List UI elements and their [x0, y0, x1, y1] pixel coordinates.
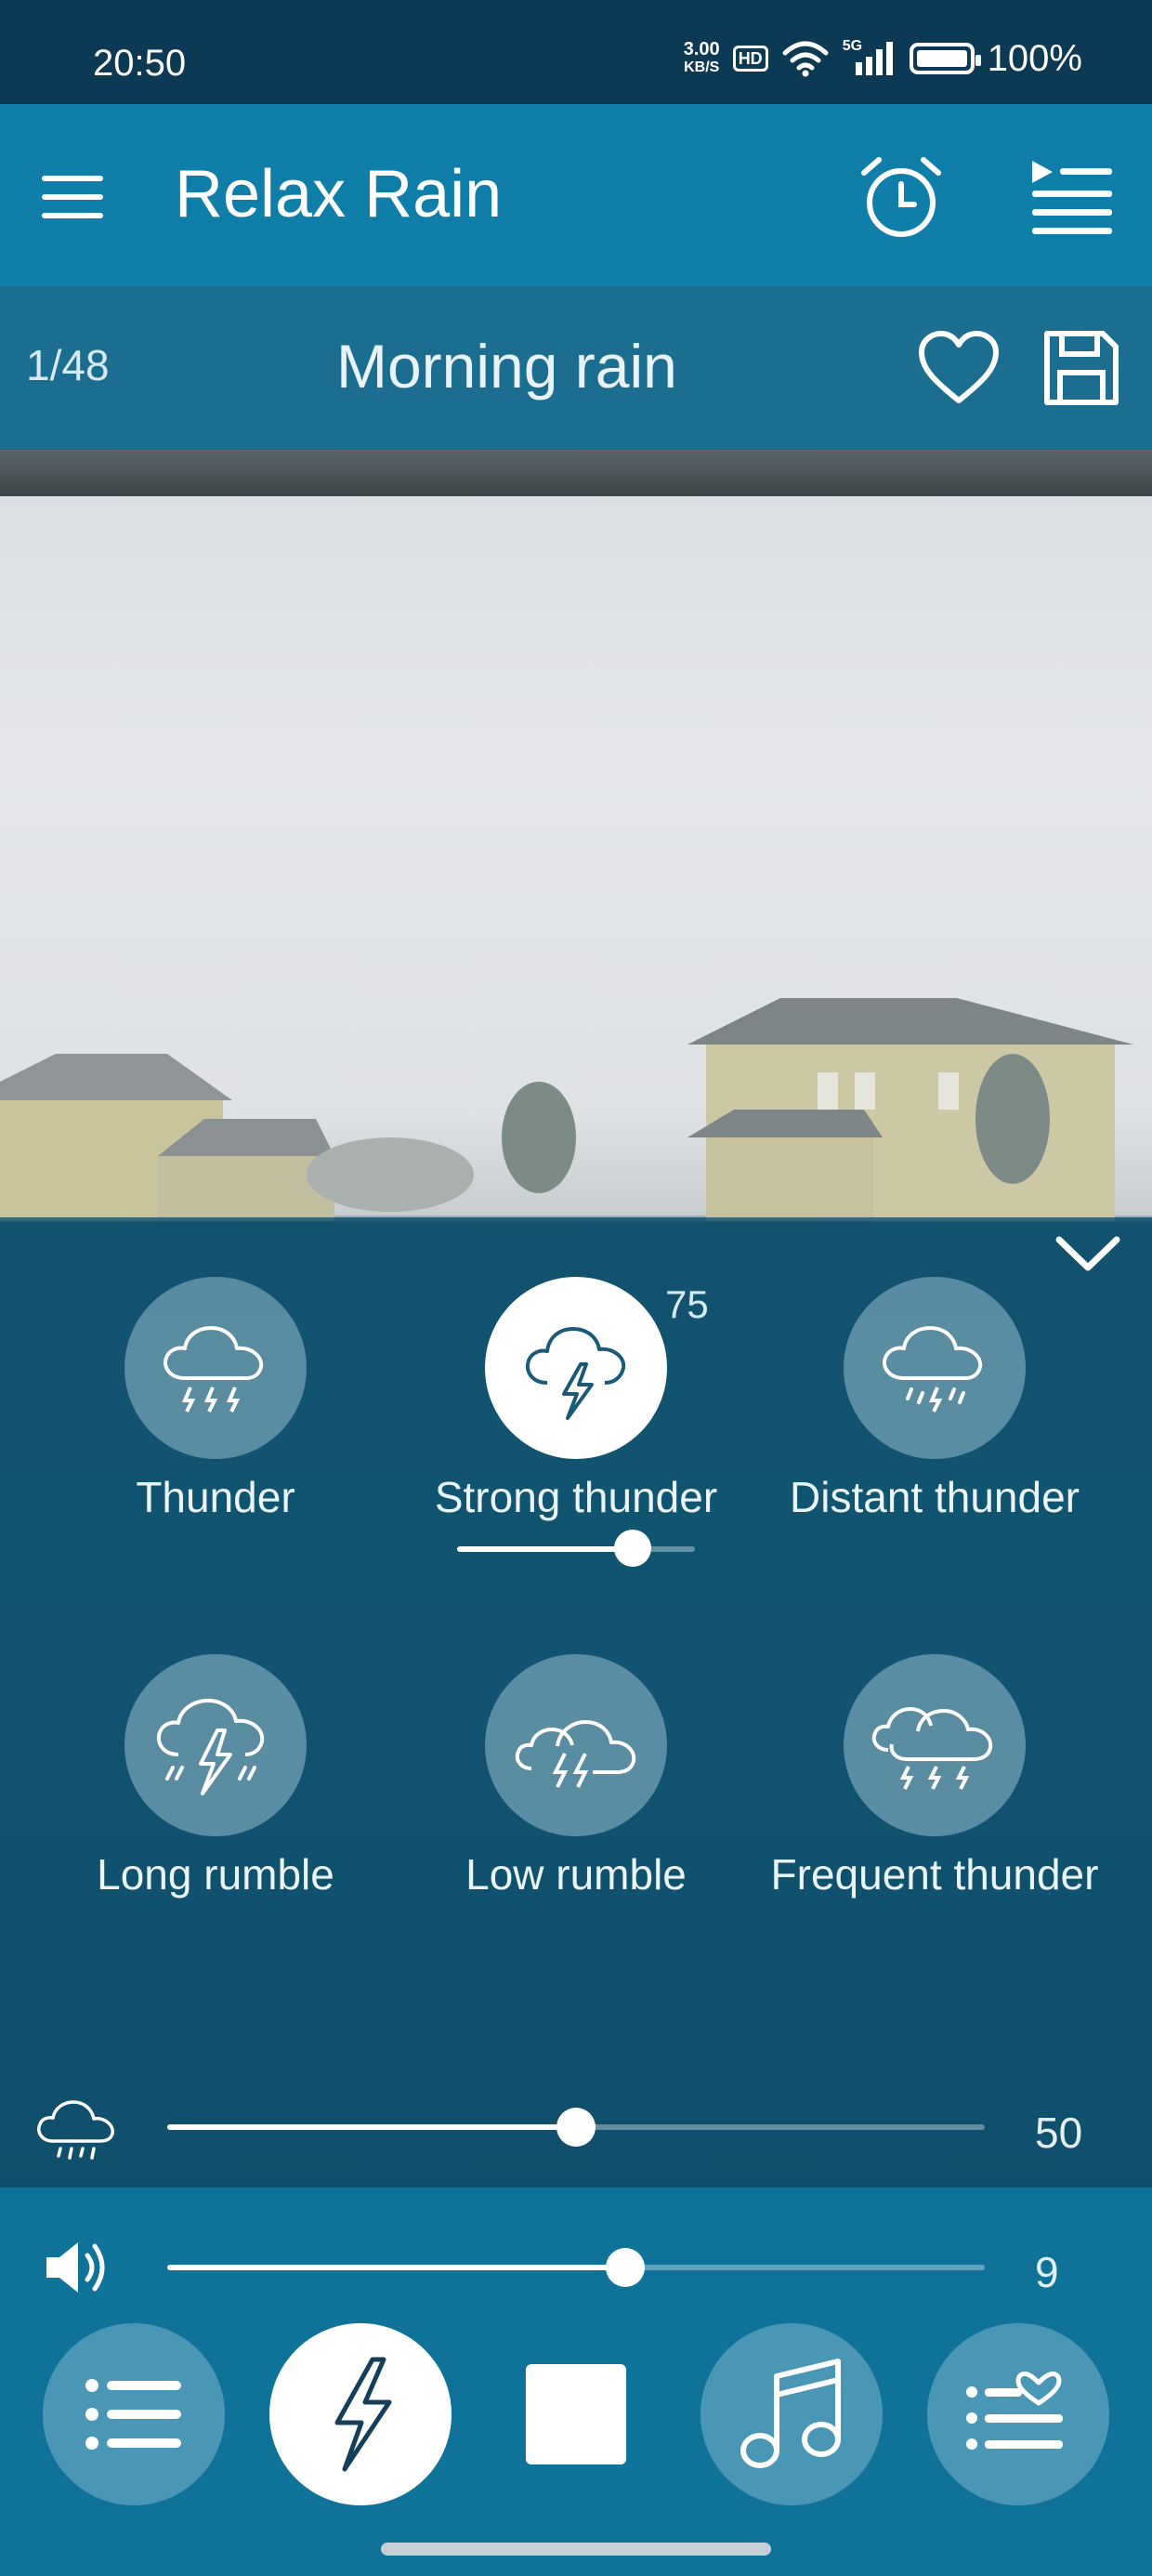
volume-value: 9 [1035, 2248, 1059, 2296]
stop-icon [526, 2364, 626, 2464]
music-note-icon [740, 2359, 841, 2468]
sound-tile-label: Low rumble [465, 1850, 687, 1899]
clouds-thunder-icon[interactable] [844, 1654, 1026, 1836]
menu-icon[interactable] [26, 162, 119, 232]
sound-tile-volume-value: 75 [665, 1282, 709, 1326]
strong-thunder-volume-thumb[interactable] [614, 1530, 651, 1567]
app-bar: Relax Rain [0, 104, 1152, 286]
cloud-rain-lightning-icon[interactable] [844, 1277, 1026, 1459]
status-time: 20:50 [93, 43, 187, 84]
heart-icon[interactable] [912, 322, 1005, 414]
sound-tile-label: Long rumble [97, 1850, 334, 1899]
cell-signal-icon: 5G [843, 38, 897, 77]
sound-tile-frequent-thunder[interactable]: Frequent thunder [754, 1654, 1115, 1899]
rain-cloud-icon [33, 2093, 119, 2167]
double-cloud-lightning-icon[interactable] [485, 1654, 667, 1836]
save-icon[interactable] [1035, 322, 1128, 414]
track-title: Morning rain [336, 332, 677, 401]
app-title: Relax Rain [175, 157, 503, 231]
favorites-list-icon [966, 2371, 1063, 2450]
track-header: 1/48 Morning rain [0, 286, 1152, 450]
cloud-thunder-icon[interactable] [124, 1277, 307, 1459]
hd-badge: HD [732, 46, 768, 72]
houses-silhouette [0, 998, 1133, 1221]
sound-tile-label: Distant thunder [790, 1473, 1080, 1521]
sound-tile-label: Strong thunder [434, 1473, 718, 1521]
status-icons: 3.00 KB/S HD 5G 100% [684, 35, 1082, 82]
rain-slider-value: 50 [1035, 2109, 1083, 2157]
bottom-nav [0, 2323, 1152, 2509]
rain-slider-thumb[interactable] [556, 2108, 596, 2147]
playlist-icon[interactable] [1020, 149, 1122, 245]
sound-tile-label: Frequent thunder [770, 1850, 1099, 1899]
list-icon [85, 2379, 181, 2450]
chevron-down-icon[interactable] [1048, 1225, 1128, 1281]
master-volume-row: 9 [0, 2221, 1152, 2314]
storm-cloud-icon[interactable] [124, 1654, 307, 1836]
nav-music-button[interactable] [700, 2323, 883, 2505]
sound-tile-low-rumble[interactable]: Low rumble [396, 1654, 756, 1899]
nav-favorites-button[interactable] [927, 2323, 1109, 2505]
speaker-icon[interactable] [33, 2234, 119, 2301]
volume-slider-fill [167, 2265, 625, 2270]
home-indicator[interactable] [381, 2543, 771, 2556]
wifi-icon [782, 41, 829, 77]
rain-intensity-row: 50 [0, 2072, 1152, 2188]
rain-slider-fill [167, 2124, 576, 2130]
battery-percent: 100% [987, 37, 1082, 79]
sound-tile-label: Thunder [136, 1473, 295, 1521]
nav-list-button[interactable] [43, 2323, 225, 2505]
network-speed: 3.00 KB/S [683, 39, 720, 75]
cloud-lightning-icon[interactable] [485, 1277, 667, 1459]
alarm-clock-icon[interactable] [853, 149, 949, 245]
volume-slider-thumb[interactable] [606, 2248, 645, 2287]
strong-thunder-volume-fill [457, 1546, 633, 1552]
sound-tile-distant-thunder[interactable]: Distant thunder [754, 1277, 1115, 1522]
thunder-icon [334, 2357, 392, 2472]
sound-tile-thunder[interactable]: Thunder [35, 1277, 396, 1522]
stop-button[interactable] [485, 2323, 667, 2505]
battery-icon [909, 43, 981, 74]
status-bar: 20:50 3.00 KB/S HD 5G 100% [0, 0, 1152, 104]
nav-thunder-button[interactable] [269, 2323, 452, 2505]
sound-tile-long-rumble[interactable]: Long rumble [35, 1654, 396, 1899]
track-counter: 1/48 [26, 341, 110, 389]
